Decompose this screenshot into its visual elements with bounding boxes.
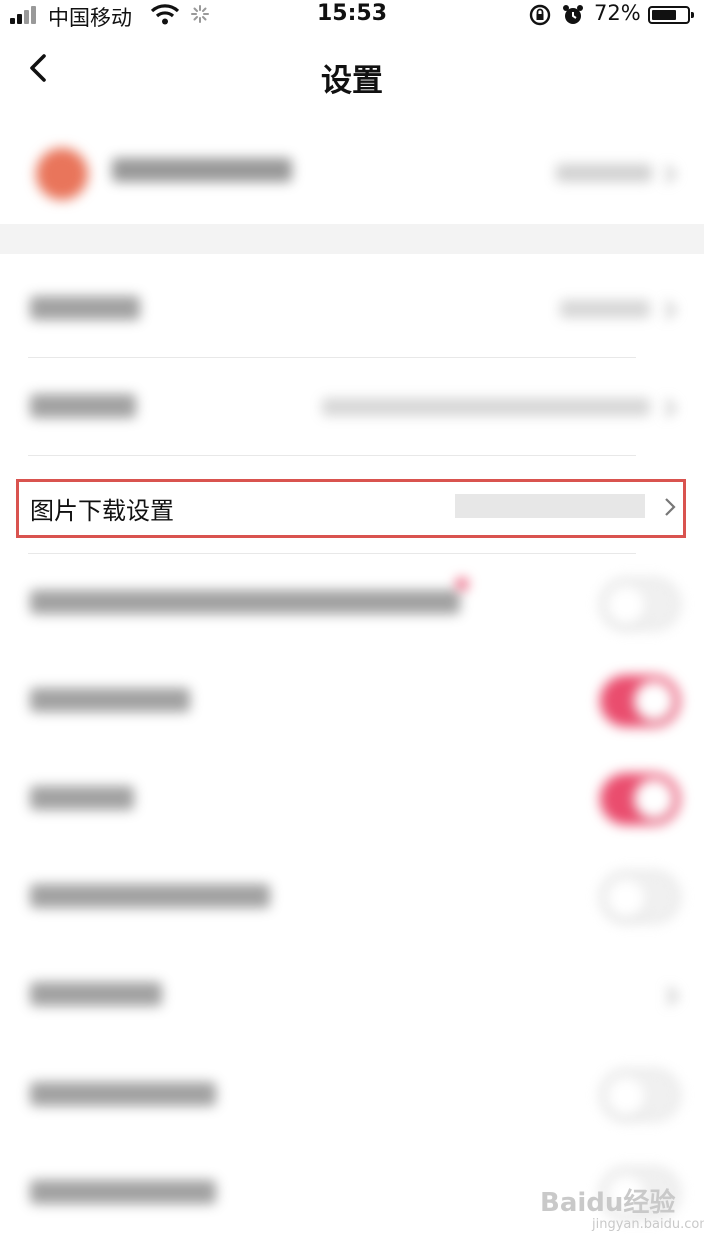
row-label-redacted <box>30 1180 216 1204</box>
toggle-switch[interactable] <box>600 871 680 923</box>
row-label-redacted <box>30 688 190 712</box>
battery-icon <box>648 6 694 24</box>
row-label-redacted <box>30 394 136 418</box>
page-title: 设置 <box>321 63 383 99</box>
status-bar: 中国移动 15:53 72% <box>0 0 704 30</box>
row-label-redacted <box>30 1082 216 1106</box>
image-download-settings-label: 图片下载设置 <box>30 497 174 525</box>
baidu-watermark-logo: Baidu经验 jingyan.baidu.com <box>540 1182 704 1232</box>
row-label-redacted <box>30 786 134 810</box>
watermark-url: jingyan.baidu.com <box>592 1217 704 1232</box>
chevron-right-icon <box>665 165 676 183</box>
chevron-right-icon <box>665 498 676 516</box>
chevron-right-icon <box>665 301 676 319</box>
toggle-switch[interactable] <box>600 578 680 630</box>
toggle-switch[interactable] <box>600 1069 680 1121</box>
chevron-right-icon <box>667 987 678 1005</box>
toggle-switch[interactable] <box>600 675 680 727</box>
section-gap <box>0 224 704 254</box>
row-label-redacted <box>30 884 270 908</box>
notification-dot <box>456 578 468 590</box>
row-label-redacted <box>30 982 162 1006</box>
row-label-redacted <box>30 590 460 614</box>
row-value-redacted <box>455 494 645 518</box>
profile-name-redacted <box>112 158 292 182</box>
row-label-redacted <box>30 296 140 320</box>
avatar <box>36 148 88 200</box>
divider <box>28 357 636 358</box>
alarm-icon <box>563 5 583 24</box>
row-value-redacted <box>560 300 650 318</box>
row-value-redacted <box>322 398 650 416</box>
divider <box>28 455 636 456</box>
divider <box>28 553 636 554</box>
rotation-lock-icon <box>529 4 551 26</box>
battery-percent: 72% <box>594 1 641 25</box>
watermark-brand: Baidu经验 <box>540 1188 676 1218</box>
toggle-switch[interactable] <box>600 773 680 825</box>
chevron-right-icon <box>665 399 676 417</box>
profile-detail-redacted <box>556 164 652 182</box>
